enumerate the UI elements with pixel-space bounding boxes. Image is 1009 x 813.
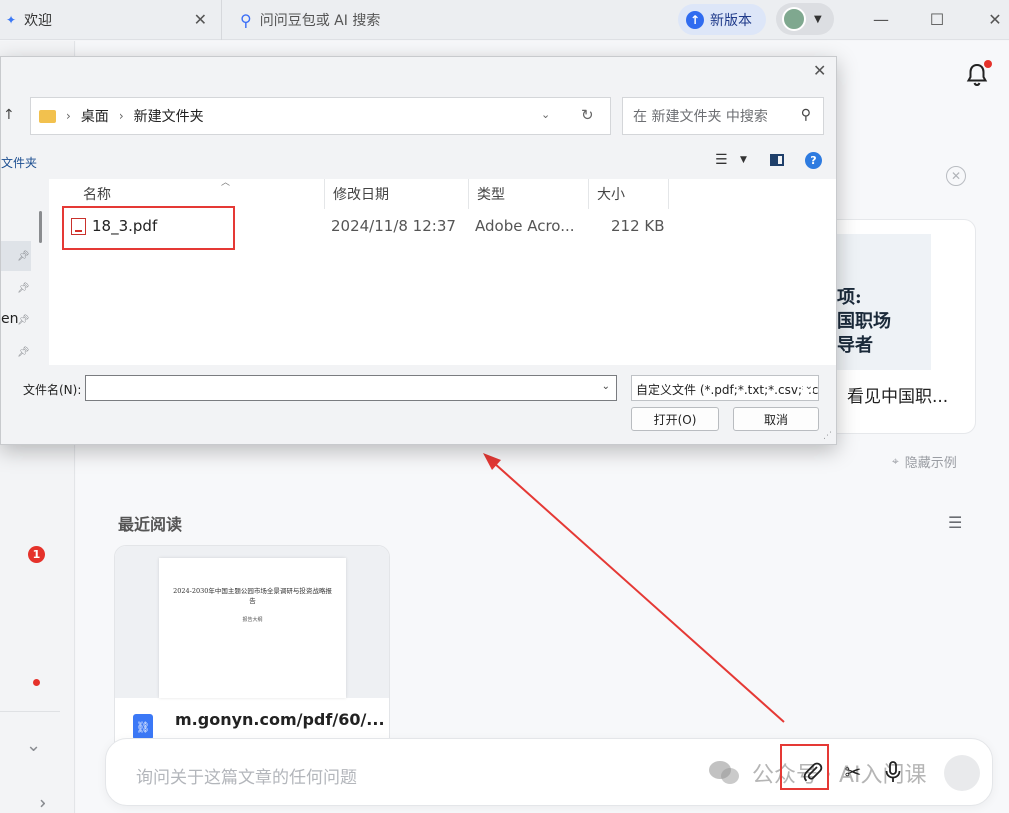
nav-scrollbar[interactable] — [39, 211, 42, 243]
breadcrumb-new-folder[interactable]: 新建文件夹 — [134, 106, 204, 126]
refresh-icon[interactable]: ↻ — [581, 106, 594, 124]
file-type-filter[interactable]: 自定义文件 (*.pdf;*.txt;*.csv;*.c ⌄ — [631, 375, 819, 401]
doc-page-subtitle: 报告大纲 — [242, 617, 263, 623]
arrow-up-icon: ↑ — [686, 10, 704, 29]
navigation-pane: 📌︎ 📌︎ en 📌︎ 📌︎ — [1, 179, 48, 365]
notification-dot — [984, 60, 992, 68]
pin-icon[interactable]: 📌︎ — [17, 315, 30, 326]
doc-url: m.gonyn.com/pdf/60/... — [175, 710, 385, 729]
file-list: ︿ 名称 修改日期 类型 大小 18_3.pdf 2024/11/8 12:37… — [49, 178, 836, 365]
column-header-date[interactable]: 修改日期 — [325, 179, 469, 209]
maximize-button[interactable]: ☐ — [922, 6, 952, 32]
column-header-type-label: 类型 — [477, 187, 505, 203]
sparkle-icon: ✦ — [6, 13, 17, 27]
tab-ai-search[interactable]: ⚲ 问问豆包或 AI 搜索 — [230, 0, 650, 40]
recent-doc-card[interactable]: 2024-2030年中国主题公园市场全景调研与投资战略报告 报告大纲 ⛓ m.g… — [114, 545, 390, 765]
column-header-size[interactable]: 大小 — [589, 179, 669, 209]
tab-search-label: 问问豆包或 AI 搜索 — [259, 13, 381, 29]
tab-welcome-label: 欢迎 — [24, 13, 53, 29]
search-icon[interactable]: ⚲ — [801, 107, 811, 123]
unread-dot — [33, 679, 40, 686]
chevron-down-icon[interactable]: ⌄ — [602, 381, 610, 392]
view-options-icon[interactable]: ☰ — [715, 152, 728, 168]
avatar — [782, 7, 806, 31]
minimize-button[interactable]: — — [866, 6, 896, 32]
new-folder-button[interactable]: 文件夹 — [1, 154, 37, 171]
close-circle-icon[interactable]: ✕ — [946, 166, 966, 186]
doc-page: 2024-2030年中国主题公园市场全景调研与投资战略报告 报告大纲 — [159, 558, 346, 698]
window-close-button[interactable]: ✕ — [980, 6, 1009, 32]
cancel-button[interactable]: 取消 — [733, 407, 819, 431]
filename-label: 文件名(N): — [23, 383, 82, 397]
file-type-filter-value: 自定义文件 (*.pdf;*.txt;*.csv;*.c — [636, 383, 819, 397]
breadcrumb-separator: › — [66, 109, 71, 123]
link-icon: ⛓ — [133, 714, 153, 740]
doc-preview: 2024-2030年中国主题公园市场全景调研与投资战略报告 报告大纲 — [115, 546, 389, 698]
scissors-icon[interactable]: ✂ — [840, 759, 866, 785]
filename-input[interactable]: ⌄ — [85, 375, 617, 401]
file-size: 212 KB — [611, 217, 665, 235]
preview-pane-icon[interactable] — [770, 154, 784, 166]
file-date: 2024/11/8 12:37 — [331, 217, 456, 235]
list-view-icon[interactable]: ☰ — [948, 513, 962, 532]
file-open-dialog: ✕ ↑ › 桌面 › 新建文件夹 ⌄ ↻ 在 新建文件夹 中搜索 ⚲ 文件夹 ☰… — [0, 56, 837, 445]
column-header-name-label: 名称 — [83, 187, 111, 203]
folder-search-placeholder: 在 新建文件夹 中搜索 — [633, 109, 768, 125]
chevron-down-icon[interactable]: ⌄ — [26, 735, 41, 756]
dialog-toolbar: 文件夹 ☰ ▼ ? — [1, 147, 836, 177]
chevron-down-icon[interactable]: ⌄ — [541, 108, 550, 121]
chevron-down-icon[interactable]: ⌄ — [802, 381, 813, 392]
open-button[interactable]: 打开(O) — [631, 407, 719, 431]
folder-search-input[interactable]: 在 新建文件夹 中搜索 ⚲ — [622, 97, 824, 135]
pin-icon[interactable]: 📌︎ — [17, 347, 30, 358]
wechat-icon — [709, 761, 739, 784]
chevron-down-icon[interactable]: ▼ — [740, 155, 747, 165]
ask-bar: 询问关于这篇文章的任何问题 公众号 · AI入门课 ✂ — [105, 738, 993, 806]
pin-off-icon: ⌖ — [892, 454, 899, 468]
ai-search-icon: ⚲ — [240, 10, 252, 30]
column-header-size-label: 大小 — [597, 187, 625, 203]
pin-icon[interactable]: 📌︎ — [17, 251, 30, 262]
send-button[interactable] — [944, 755, 980, 791]
help-icon[interactable]: ? — [805, 152, 822, 169]
hide-example-label: 隐藏示例 — [904, 456, 957, 471]
file-type: Adobe Acro... — [475, 217, 575, 235]
dialog-close-button[interactable]: ✕ — [813, 61, 826, 80]
notification-badge: 1 — [28, 546, 45, 563]
ask-input[interactable]: 询问关于这篇文章的任何问题 — [136, 763, 357, 788]
new-version-button[interactable]: ↑ 新版本 — [678, 4, 766, 35]
pin-icon[interactable]: 📌︎ — [17, 283, 30, 294]
tab-welcome[interactable]: ✦ 欢迎 ✕ — [0, 0, 222, 40]
up-arrow-icon[interactable]: ↑ — [3, 107, 15, 123]
annotation-box-file — [62, 206, 235, 250]
annotation-box-attach — [780, 744, 829, 790]
new-version-label: 新版本 — [710, 12, 752, 29]
column-header-name[interactable]: ︿ 名称 — [75, 178, 325, 209]
chevron-right-icon[interactable]: ⌄ — [29, 796, 50, 811]
folder-icon — [39, 109, 56, 123]
example-thumbnail-text: 项: 国职场 导者 — [837, 287, 891, 356]
example-card-title: 看见中国职... — [847, 387, 949, 407]
breadcrumb-separator: › — [118, 109, 124, 123]
tab-bar: ✦ 欢迎 ✕ ⚲ 问问豆包或 AI 搜索 ↑ 新版本 ▼ — ☐ ✕ — [0, 0, 1009, 40]
sidebar-divider — [0, 711, 60, 712]
doc-page-title: 2024-2030年中国主题公园市场全景调研与投资战略报告 — [173, 587, 332, 605]
resize-grip[interactable]: ⋰ — [823, 431, 832, 441]
breadcrumb-desktop[interactable]: 桌面 — [81, 106, 109, 126]
sort-up-icon: ︿ — [221, 178, 231, 188]
hide-example-button[interactable]: ⌖ 隐藏示例 — [892, 452, 957, 471]
chevron-down-icon: ▼ — [814, 13, 822, 25]
nav-item-label[interactable]: en — [1, 311, 19, 327]
account-menu-button[interactable]: ▼ — [776, 3, 834, 35]
recent-section-title: 最近阅读 — [118, 515, 183, 534]
column-header-date-label: 修改日期 — [333, 187, 389, 203]
microphone-icon[interactable] — [880, 759, 906, 785]
address-bar[interactable]: › 桌面 › 新建文件夹 ⌄ ↻ — [30, 97, 611, 135]
close-icon[interactable]: ✕ — [194, 10, 207, 29]
column-header-type[interactable]: 类型 — [469, 179, 589, 209]
